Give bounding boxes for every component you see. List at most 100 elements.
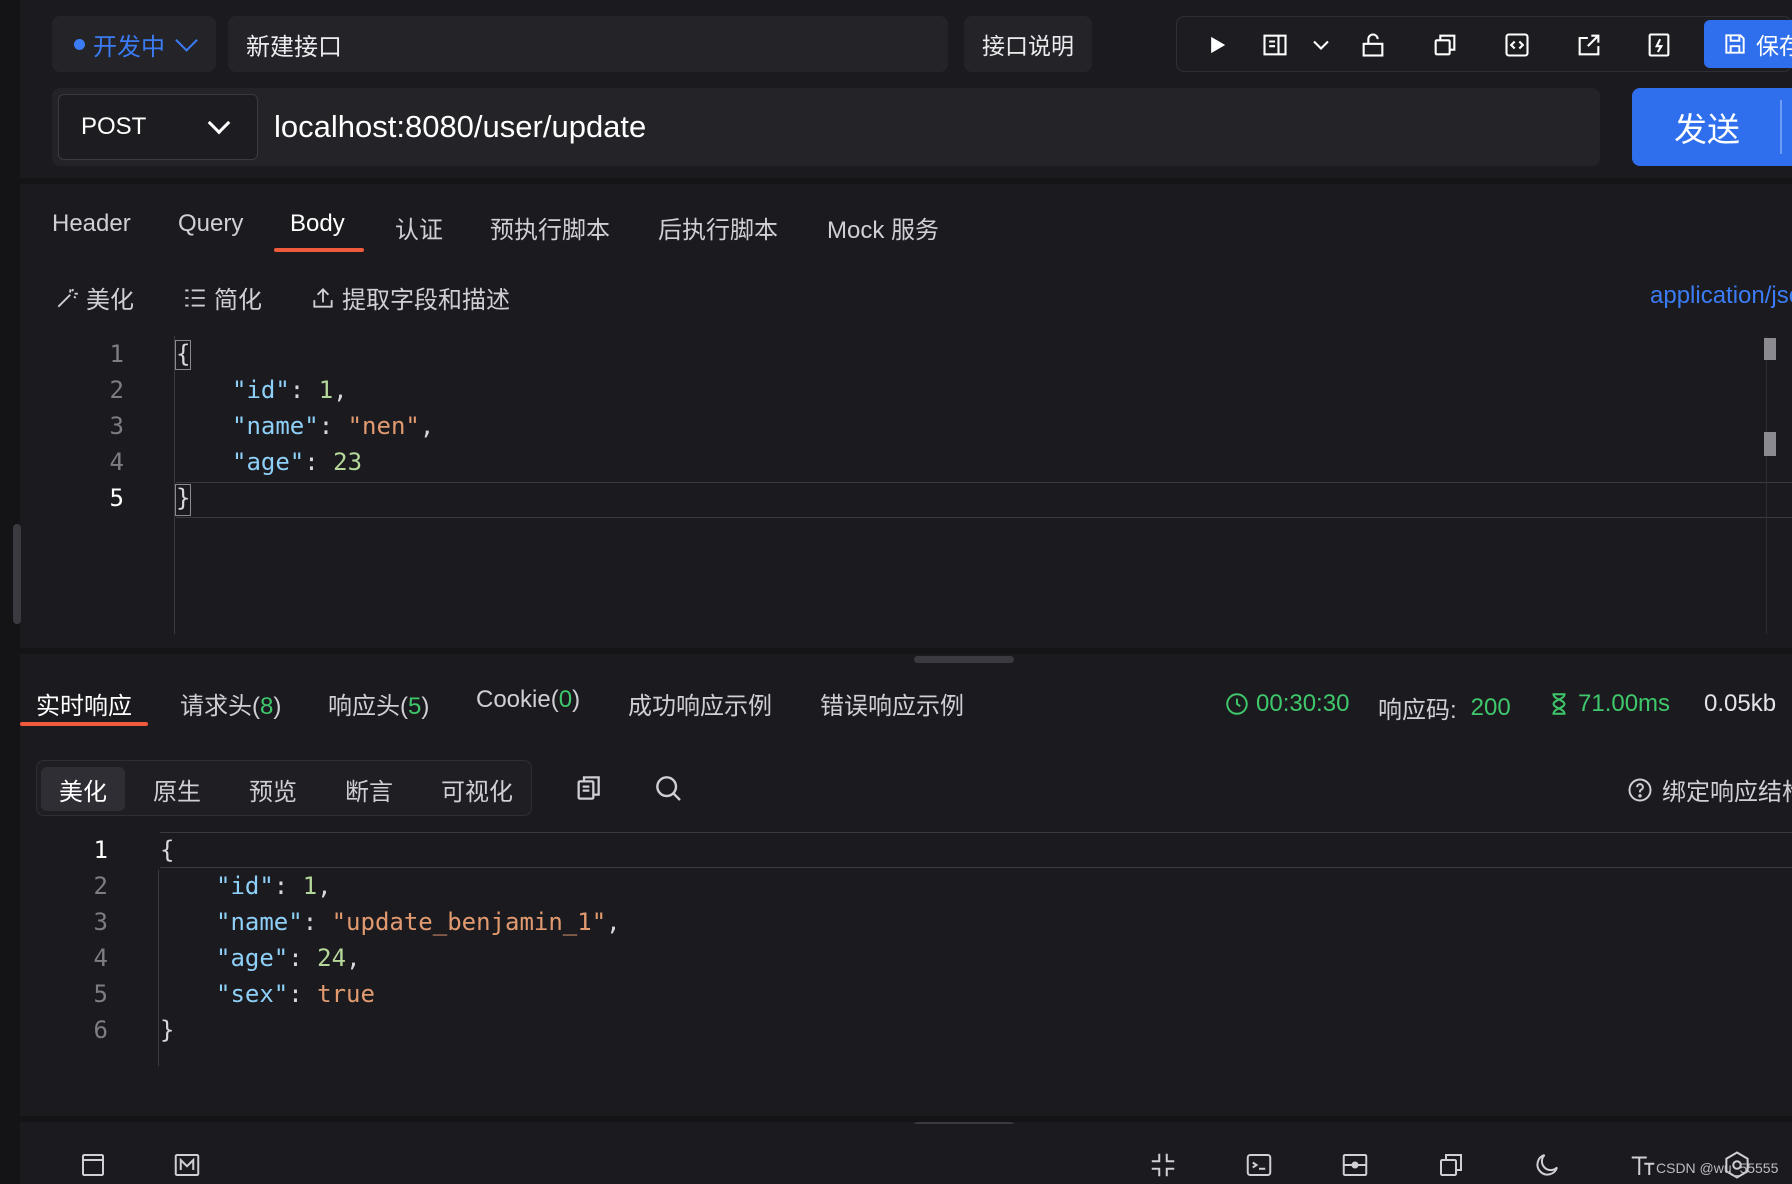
simplify-label: 简化 bbox=[214, 287, 262, 314]
code-line: "id": 1, bbox=[232, 376, 348, 404]
method-label: POST bbox=[81, 113, 147, 140]
tab-body[interactable]: Body bbox=[290, 210, 345, 238]
editor-scrollbar-rail bbox=[1766, 336, 1767, 634]
environment-select[interactable]: 开发中 bbox=[52, 16, 216, 72]
sidebar-scrollbar[interactable] bbox=[13, 524, 21, 624]
url-bar: POST bbox=[52, 88, 1600, 166]
tab-response-headers[interactable]: 响应头(5) bbox=[328, 686, 429, 721]
unlock-icon[interactable] bbox=[1357, 29, 1389, 61]
line-number: 4 bbox=[109, 448, 124, 476]
simplify-button[interactable]: 简化 bbox=[182, 280, 262, 315]
panel-resize-handle[interactable] bbox=[914, 656, 1014, 663]
clock-icon bbox=[1226, 693, 1248, 715]
environment-label: 开发中 bbox=[93, 33, 165, 61]
indent-guide bbox=[158, 870, 159, 1066]
line-number: 3 bbox=[93, 908, 108, 936]
tab-header[interactable]: Header bbox=[52, 210, 131, 238]
current-line-highlight bbox=[160, 832, 1792, 868]
code-icon[interactable] bbox=[1501, 29, 1533, 61]
panel-icon[interactable] bbox=[78, 1150, 108, 1180]
view-tab-raw[interactable]: 原生 bbox=[135, 767, 219, 811]
code-line: "name": "update_benjamin_1", bbox=[216, 908, 621, 936]
tab-auth[interactable]: 认证 bbox=[395, 210, 443, 245]
line-number: 4 bbox=[93, 944, 108, 972]
code-line: } bbox=[176, 484, 191, 512]
save-button[interactable]: 保存 bbox=[1704, 20, 1792, 68]
line-number: 5 bbox=[93, 980, 108, 1008]
api-name-input[interactable] bbox=[228, 16, 948, 72]
view-tab-beautify[interactable]: 美化 bbox=[41, 767, 125, 811]
tab-mock-service[interactable]: Mock 服务 bbox=[827, 210, 939, 245]
response-duration: 71.00ms bbox=[1546, 690, 1670, 718]
copy-icon[interactable] bbox=[1429, 29, 1461, 61]
markdown-icon[interactable] bbox=[172, 1150, 202, 1180]
flash-icon[interactable] bbox=[1643, 29, 1675, 61]
environment-status-dot bbox=[74, 38, 85, 50]
api-doc-button[interactable]: 接口说明 bbox=[964, 16, 1092, 72]
line-number: 1 bbox=[93, 836, 108, 864]
line-number: 1 bbox=[109, 340, 124, 368]
tab-request-headers[interactable]: 请求头(8) bbox=[180, 686, 281, 721]
tab-query[interactable]: Query bbox=[178, 210, 243, 238]
send-dropdown-divider bbox=[1780, 100, 1782, 154]
tab-post-script[interactable]: 后执行脚本 bbox=[658, 210, 778, 245]
current-line-highlight bbox=[176, 482, 1792, 518]
help-icon bbox=[1628, 778, 1652, 801]
editor-scrollbar-marker bbox=[1764, 432, 1776, 456]
tab-success-example[interactable]: 成功响应示例 bbox=[628, 686, 772, 721]
code-line: "age": 24, bbox=[216, 944, 361, 972]
upload-icon bbox=[313, 287, 333, 308]
chevron-down-icon bbox=[175, 29, 198, 52]
list-icon bbox=[185, 288, 205, 307]
tab-pre-script[interactable]: 预执行脚本 bbox=[490, 210, 610, 245]
tab-cookie[interactable]: Cookie(0) bbox=[476, 686, 580, 714]
font-size-icon[interactable] bbox=[1628, 1150, 1658, 1180]
status-bar bbox=[20, 1124, 1792, 1184]
copy-icon[interactable] bbox=[572, 772, 604, 804]
left-sidebar-strip bbox=[0, 0, 21, 1184]
code-line: "id": 1, bbox=[216, 872, 332, 900]
collapse-icon[interactable] bbox=[1148, 1150, 1178, 1180]
view-tab-visualize[interactable]: 可视化 bbox=[423, 767, 531, 811]
share-icon[interactable] bbox=[1573, 29, 1605, 61]
code-line: "sex": true bbox=[216, 980, 375, 1008]
response-view-switcher: 美化 原生 预览 断言 可视化 bbox=[36, 760, 532, 816]
extract-fields-label: 提取字段和描述 bbox=[342, 287, 510, 314]
search-icon[interactable] bbox=[652, 772, 684, 804]
save-icon bbox=[1725, 34, 1745, 54]
tab-realtime-response[interactable]: 实时响应 bbox=[36, 686, 132, 721]
line-number: 2 bbox=[93, 872, 108, 900]
extract-fields-button[interactable]: 提取字段和描述 bbox=[310, 280, 510, 315]
status-code: 响应码: 200 bbox=[1378, 693, 1511, 725]
line-number: 6 bbox=[93, 1016, 108, 1044]
tab-error-example[interactable]: 错误响应示例 bbox=[820, 686, 964, 721]
beautify-button[interactable]: 美化 bbox=[54, 280, 134, 315]
copy-icon[interactable] bbox=[1436, 1150, 1466, 1180]
beautify-label: 美化 bbox=[86, 287, 134, 314]
line-number: 2 bbox=[109, 376, 124, 404]
terminal-icon[interactable] bbox=[1244, 1150, 1274, 1180]
layout-panel-icon[interactable] bbox=[1259, 29, 1291, 61]
active-tab-indicator bbox=[20, 722, 148, 726]
moon-icon[interactable] bbox=[1532, 1150, 1562, 1180]
response-size: 0.05kb bbox=[1704, 690, 1777, 717]
play-icon[interactable] bbox=[1201, 29, 1233, 61]
url-input[interactable] bbox=[274, 98, 1574, 156]
section-divider bbox=[20, 1116, 1792, 1122]
magic-wand-icon bbox=[57, 288, 78, 307]
bind-response-structure[interactable]: 绑定响应结构 bbox=[1626, 772, 1792, 807]
section-divider bbox=[20, 178, 1792, 184]
action-toolbar bbox=[1176, 16, 1792, 72]
save-label: 保存 bbox=[1756, 33, 1792, 59]
split-view-icon[interactable] bbox=[1340, 1150, 1370, 1180]
content-type-select[interactable]: application/json bbox=[1650, 282, 1792, 310]
view-tab-preview[interactable]: 预览 bbox=[231, 767, 315, 811]
view-tab-assert[interactable]: 断言 bbox=[327, 767, 411, 811]
response-time: 00:30:30 bbox=[1224, 690, 1349, 718]
code-line: { bbox=[160, 836, 175, 864]
method-select[interactable]: POST bbox=[58, 94, 258, 160]
editor-scrollbar-marker bbox=[1764, 338, 1776, 360]
chevron-down-icon[interactable] bbox=[1305, 29, 1337, 61]
active-tab-indicator bbox=[274, 248, 364, 252]
send-button[interactable]: 发送 bbox=[1632, 88, 1792, 166]
